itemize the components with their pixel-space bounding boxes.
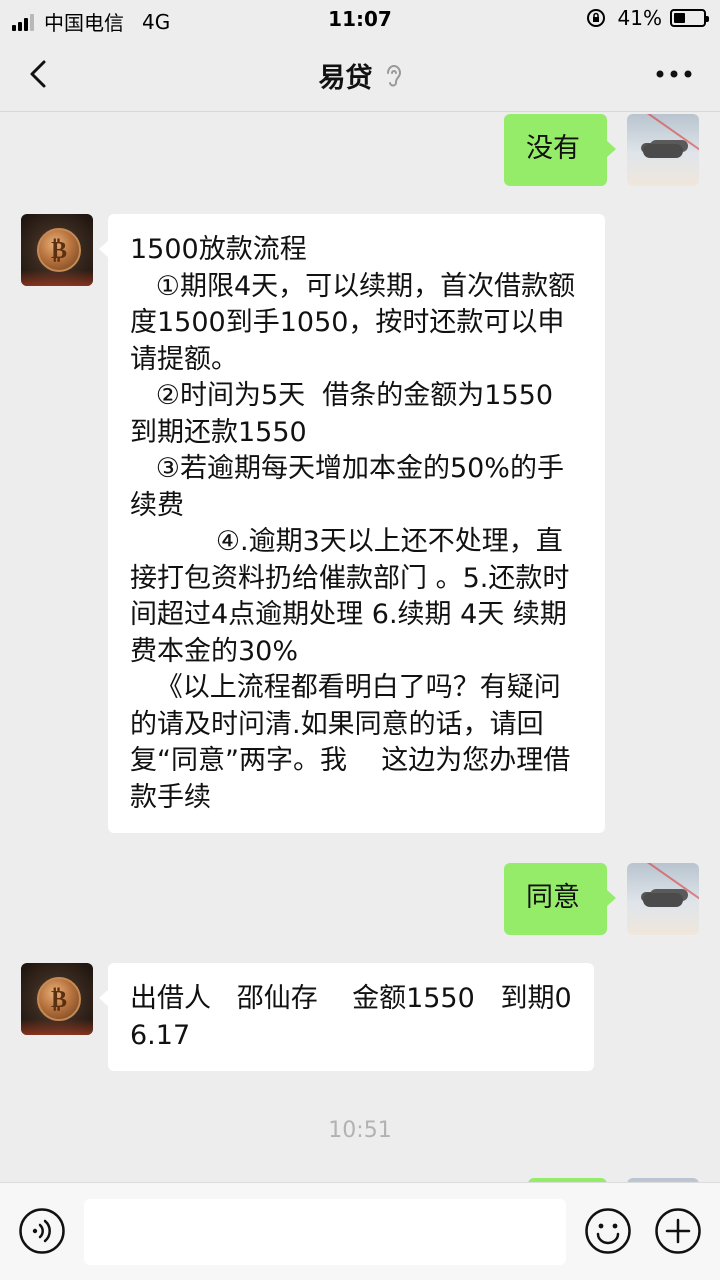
- emoji-icon[interactable]: [584, 1207, 632, 1255]
- voice-icon[interactable]: [18, 1207, 66, 1255]
- cloud-avatar[interactable]: [627, 114, 699, 186]
- rotation-lock-icon: [586, 9, 605, 27]
- message-input[interactable]: [84, 1199, 566, 1265]
- battery-icon: [670, 9, 709, 27]
- bitcoin-icon: ₿: [50, 235, 67, 264]
- battery-fill: [674, 13, 685, 23]
- message-bubble[interactable]: 没有: [504, 114, 616, 186]
- glow-decoration: [21, 1019, 93, 1035]
- nav-title-wrap: 易贷: [0, 56, 720, 95]
- input-bar: [0, 1182, 720, 1280]
- status-bar: 中国电信 4G 11:07 41%: [0, 0, 720, 38]
- status-right: 41%: [586, 6, 709, 30]
- cloud-shape: [643, 144, 683, 158]
- coin-shape: ₿: [37, 228, 81, 272]
- bitcoin-avatar[interactable]: ₿: [21, 214, 93, 286]
- chat-area[interactable]: 没有 ₿ 1500放款流程 ①期限4天，可以续期，首次借款额度1500到手105…: [0, 112, 720, 1182]
- glow-decoration: [21, 270, 93, 286]
- bitcoin-icon: ₿: [50, 984, 67, 1013]
- battery-percent: 41%: [617, 6, 662, 30]
- chat-title: 易贷: [318, 63, 373, 94]
- cloud-shape: [643, 893, 683, 907]
- message-timestamp: 10:51: [328, 1118, 392, 1143]
- message-bubble[interactable]: 1500放款流程 ①期限4天，可以续期，首次借款额度1500到手1050，按时还…: [99, 214, 605, 833]
- message-bubble[interactable]: 同意: [504, 863, 616, 935]
- coin-shape: ₿: [37, 977, 81, 1021]
- message-bubble[interactable]: 出借人 邵仙存 金额1550 到期06.17: [99, 963, 594, 1071]
- ear-icon: [386, 64, 401, 87]
- plus-icon[interactable]: [654, 1207, 702, 1255]
- cloud-avatar[interactable]: [627, 863, 699, 935]
- more-dots-icon[interactable]: [654, 68, 694, 80]
- bitcoin-avatar[interactable]: ₿: [21, 963, 93, 1035]
- nav-bar: 易贷: [0, 38, 720, 112]
